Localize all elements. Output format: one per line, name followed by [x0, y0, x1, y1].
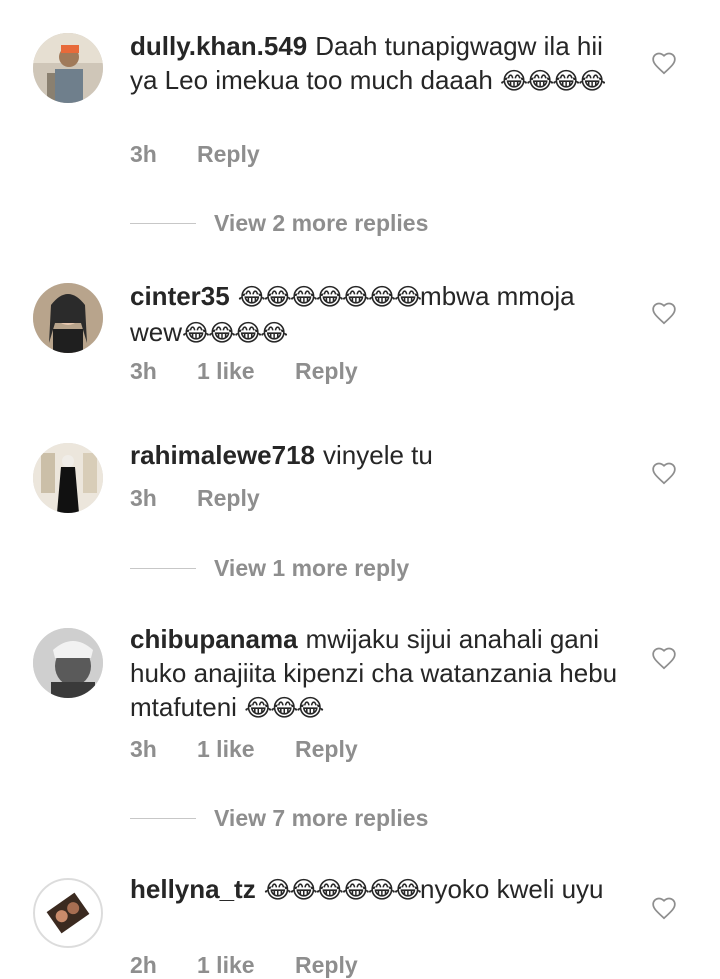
- comment-meta: 2h 1 like Reply: [130, 952, 358, 979]
- reply-button[interactable]: Reply: [295, 952, 358, 979]
- avatar-image: [33, 628, 103, 698]
- comment-username[interactable]: chibupanama: [130, 624, 298, 654]
- view-more-replies[interactable]: View 1 more reply: [130, 551, 409, 585]
- heart-icon[interactable]: [651, 646, 677, 672]
- reply-button[interactable]: Reply: [197, 485, 260, 512]
- comment-emoji: 😂😂😂😂😂😂: [263, 877, 422, 904]
- avatar[interactable]: [33, 33, 103, 103]
- comment-text: chibupanama mwijaku sijui anahali gani hu…: [130, 622, 630, 726]
- comment-meta: 3h 1 like Reply: [130, 736, 358, 763]
- avatar[interactable]: [33, 283, 103, 353]
- reply-button[interactable]: Reply: [295, 358, 358, 385]
- avatar-image: [33, 33, 103, 103]
- comment-emoji: 😂😂😂😂😂😂😂: [237, 284, 422, 311]
- comment-likes[interactable]: 1 like: [197, 952, 295, 979]
- reply-button[interactable]: Reply: [197, 141, 260, 168]
- comment-emoji: 😂😂😂😂: [182, 320, 288, 347]
- comment-time: 3h: [130, 141, 157, 167]
- avatar-image: [33, 283, 103, 353]
- view-replies-label[interactable]: View 2 more replies: [214, 210, 428, 237]
- avatar[interactable]: [33, 443, 103, 513]
- comment-meta: 3h 1 like Reply: [130, 358, 358, 385]
- comment-body: nyoko kweli uyu: [419, 874, 604, 904]
- comment-likes[interactable]: 1 like: [197, 736, 295, 763]
- replies-divider: [130, 222, 196, 224]
- replies-divider: [130, 567, 196, 569]
- view-replies-label[interactable]: View 1 more reply: [214, 555, 409, 582]
- avatar-image: [33, 443, 103, 513]
- comment-text: dully.khan.549 Daah tunapigwagw ila hii y…: [130, 29, 630, 99]
- comment-meta: 3h Reply: [130, 485, 260, 512]
- avatar-image: [33, 878, 103, 948]
- comment-time: 3h: [130, 358, 157, 384]
- comment-time: 3h: [130, 485, 157, 511]
- reply-button[interactable]: Reply: [295, 736, 358, 763]
- comment-emoji: 😂😂😂: [244, 695, 324, 722]
- comment-username[interactable]: cinter35: [130, 281, 230, 311]
- heart-icon[interactable]: [651, 461, 677, 487]
- view-more-replies[interactable]: View 2 more replies: [130, 206, 428, 240]
- comment-time: 3h: [130, 736, 157, 762]
- comment-text: cinter35 😂😂😂😂😂😂😂mbwa mmoja wew😂😂😂😂: [130, 279, 630, 351]
- view-more-replies[interactable]: View 7 more replies: [130, 801, 428, 835]
- heart-icon[interactable]: [651, 51, 677, 77]
- comment-text: hellyna_tz 😂😂😂😂😂😂nyoko kweli uyu: [130, 872, 630, 908]
- avatar[interactable]: [33, 878, 103, 948]
- comment-username[interactable]: dully.khan.549: [130, 31, 307, 61]
- comment-time: 2h: [130, 952, 157, 978]
- heart-icon[interactable]: [651, 896, 677, 922]
- comment-text: rahimalewe718 vinyele tu: [130, 438, 630, 472]
- avatar[interactable]: [33, 628, 103, 698]
- comment-emoji: 😂😂😂😂: [500, 68, 606, 95]
- heart-icon[interactable]: [651, 301, 677, 327]
- view-replies-label[interactable]: View 7 more replies: [214, 805, 428, 832]
- comment-meta: 3h Reply: [130, 141, 260, 168]
- comment-body: vinyele tu: [323, 440, 433, 470]
- comment-username[interactable]: rahimalewe718: [130, 440, 315, 470]
- comment-likes[interactable]: 1 like: [197, 358, 295, 385]
- replies-divider: [130, 817, 196, 819]
- comment-username[interactable]: hellyna_tz: [130, 874, 256, 904]
